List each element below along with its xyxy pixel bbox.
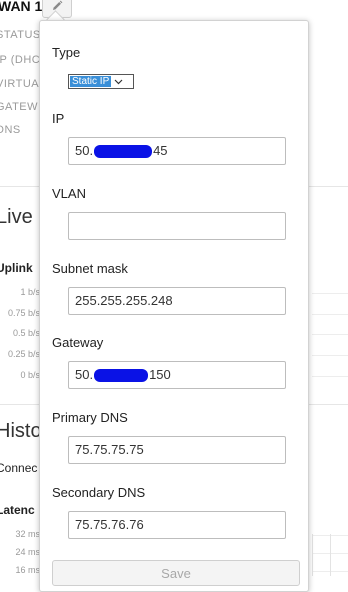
type-label: Type bbox=[52, 45, 81, 60]
connection-label: Connec bbox=[0, 461, 38, 475]
latency-tick: 24 ms bbox=[15, 547, 40, 557]
gridline bbox=[312, 534, 313, 576]
save-button[interactable]: Save bbox=[52, 560, 300, 586]
gridline bbox=[312, 293, 348, 294]
gridline bbox=[312, 334, 348, 335]
chart-tick: 0 b/s bbox=[20, 370, 40, 380]
primary-dns-label: Primary DNS bbox=[52, 410, 128, 425]
ip-label: IP (DHC bbox=[0, 54, 41, 66]
dns-label: DNS bbox=[0, 124, 21, 136]
gateway-label: GATEW bbox=[0, 101, 39, 113]
uplink-label: Uplink bbox=[0, 261, 33, 275]
vlan-label: VLAN bbox=[52, 186, 86, 201]
gridline bbox=[312, 314, 348, 315]
ip-prefix: 50. bbox=[75, 143, 94, 158]
history-section-title: Histo bbox=[0, 420, 42, 442]
ip-suffix: 45 bbox=[153, 143, 168, 158]
status-label: STATUS bbox=[0, 29, 41, 41]
redaction-mark bbox=[94, 368, 149, 382]
redaction-mark bbox=[94, 144, 153, 158]
latency-tick: 32 ms bbox=[15, 529, 40, 539]
subnet-mask-input[interactable]: 255.255.255.248 bbox=[68, 287, 286, 315]
chart-tick: 0.5 b/s bbox=[12, 328, 40, 338]
chart-tick: 1 b/s bbox=[20, 287, 40, 297]
chart-tick: 0.75 b/s bbox=[7, 308, 40, 318]
latency-label: Latenc bbox=[0, 503, 35, 517]
ip-input[interactable]: 50. 45 bbox=[68, 137, 286, 165]
gridline bbox=[312, 355, 348, 356]
gateway-suffix: 150 bbox=[149, 367, 171, 382]
type-select-value: Static IP bbox=[70, 76, 112, 87]
primary-dns-input[interactable]: 75.75.75.75 bbox=[68, 436, 286, 464]
gridline bbox=[312, 376, 348, 377]
latency-tick: 16 ms bbox=[15, 565, 40, 575]
gateway-prefix: 50. bbox=[75, 367, 94, 382]
virtual-label: VIRTUA bbox=[0, 78, 40, 90]
gateway-label: Gateway bbox=[52, 335, 104, 350]
uplink-settings-popover: Type Static IP IP 50. 45 VLAN Subnet mas… bbox=[39, 20, 309, 592]
type-select[interactable]: Static IP bbox=[68, 74, 134, 89]
chevron-down-icon bbox=[114, 79, 123, 85]
vlan-input[interactable] bbox=[68, 212, 286, 240]
gridline bbox=[330, 534, 331, 576]
secondary-dns-input[interactable]: 75.75.76.76 bbox=[68, 511, 286, 539]
gateway-input[interactable]: 50. 150 bbox=[68, 361, 286, 389]
subnet-mask-label: Subnet mask bbox=[52, 261, 128, 276]
chart-tick: 0.25 b/s bbox=[7, 349, 40, 359]
ip-label: IP bbox=[52, 111, 65, 126]
uplink-title: WAN 1 bbox=[0, 0, 43, 14]
pencil-icon bbox=[53, 0, 63, 10]
secondary-dns-label: Secondary DNS bbox=[52, 485, 146, 500]
